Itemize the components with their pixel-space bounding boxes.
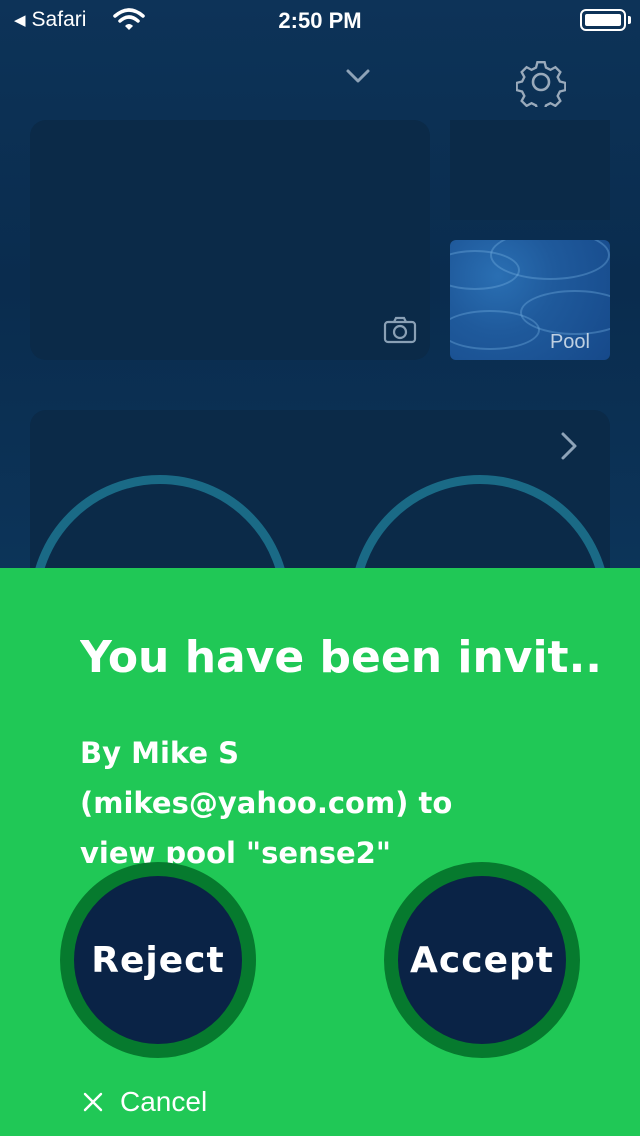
close-icon: [83, 1092, 103, 1112]
invite-message-line-2: (mikes@yahoo.com) to: [80, 786, 453, 820]
pool-tile-label: Pool: [549, 331, 590, 353]
invite-title: You have been invit...: [80, 632, 600, 683]
cancel-label: Cancel: [120, 1086, 208, 1117]
camera-card[interactable]: [30, 120, 430, 360]
camera-icon[interactable]: [383, 316, 417, 344]
chevron-right-icon[interactable]: [558, 430, 580, 462]
gauge-ring-left: [30, 475, 290, 568]
battery-icon: [580, 9, 626, 31]
invite-message: By Mike S (mikes@yahoo.com) to view pool…: [80, 728, 510, 878]
status-time: 2:50 PM: [278, 8, 362, 33]
chevron-down-icon[interactable]: [344, 66, 372, 86]
accept-button-label: Accept: [410, 939, 554, 981]
gear-icon[interactable]: [516, 57, 566, 107]
battery-nub: [628, 16, 631, 24]
pool-thumbnail-placeholder[interactable]: [450, 120, 610, 220]
gauges-card[interactable]: [30, 410, 610, 568]
cancel-button[interactable]: Cancel: [82, 1086, 207, 1118]
accept-button[interactable]: Accept: [384, 862, 580, 1058]
pool-tile[interactable]: Pool: [450, 240, 610, 360]
gauge-ring-right: [350, 475, 610, 568]
reject-button-label: Reject: [91, 939, 225, 981]
invite-message-line-1: By Mike S: [80, 736, 240, 770]
app-background: ◀ Safari 2:50 PM Pool: [0, 0, 640, 568]
status-bar: ◀ Safari 2:50 PM: [0, 0, 640, 40]
reject-button[interactable]: Reject: [60, 862, 256, 1058]
